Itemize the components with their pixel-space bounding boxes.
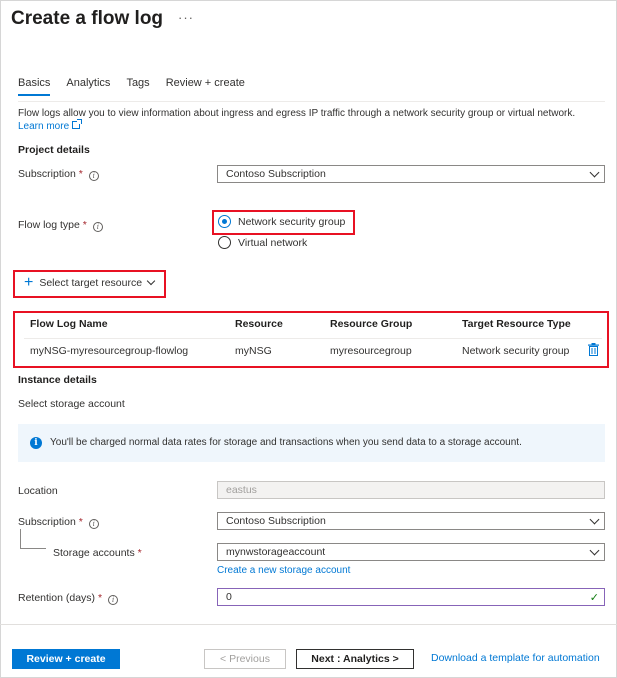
retention-input[interactable]: 0 ✓ [217,588,605,606]
flow-log-type-label: Flow log type * i [18,219,103,232]
info-icon[interactable]: i [88,519,99,529]
location-label: Location [18,485,58,497]
tree-connector [20,548,46,549]
info-icon[interactable]: i [108,595,119,605]
radio-network-security-group[interactable]: Network security group [218,215,345,228]
review-create-button[interactable]: Review + create [12,649,120,669]
tree-connector [20,529,21,548]
chevron-down-icon [589,514,600,525]
tabs-divider [18,101,605,102]
external-link-icon [72,119,83,129]
info-icon: i [30,437,42,449]
footer-divider [0,624,617,625]
grid-divider [24,338,602,339]
learn-more-label: Learn more [18,121,70,132]
plus-icon: + [24,274,34,291]
download-template-link[interactable]: Download a template for automation [431,652,600,664]
location-field: eastus [217,481,605,499]
chevron-down-icon [589,167,600,178]
instance-subscription-label: Subscription * i [18,516,99,529]
trash-icon[interactable] [588,343,599,359]
check-icon: ✓ [589,592,599,604]
page-title: Create a flow log [11,8,164,29]
more-options-button[interactable]: ··· [178,10,194,25]
instance-details-heading: Instance details [18,374,97,386]
storage-accounts-label: Storage accounts * [53,547,142,559]
radio-selected-icon [218,215,231,228]
create-storage-account-link[interactable]: Create a new storage account [217,565,350,576]
radio-unselected-icon [218,236,231,249]
retention-label: Retention (days) * i [18,592,119,605]
column-header: Flow Log Name [30,318,108,330]
project-details-heading: Project details [18,144,90,156]
info-banner-text: You'll be charged normal data rates for … [50,437,522,448]
info-banner: i You'll be charged normal data rates fo… [18,424,605,462]
subscription-dropdown[interactable]: Contoso Subscription [217,165,605,183]
intro-description: Flow logs allow you to view information … [18,108,576,119]
chevron-down-icon [589,545,600,556]
tab-review-create[interactable]: Review + create [166,77,245,96]
column-header: Resource Group [330,318,413,330]
storage-account-dropdown[interactable]: mynwstorageaccount [217,543,605,561]
tab-basics[interactable]: Basics [18,77,51,96]
learn-more-link[interactable]: Learn more [18,119,83,132]
tab-analytics[interactable]: Analytics [66,77,110,96]
storage-subheading: Select storage account [18,398,125,410]
table-cell: myNSG-myresourcegroup-flowlog [30,345,189,357]
info-icon[interactable]: i [92,222,103,232]
instance-subscription-dropdown[interactable]: Contoso Subscription [217,512,605,530]
next-analytics-button[interactable]: Next : Analytics > [296,649,414,669]
info-icon[interactable]: i [88,171,99,181]
previous-button[interactable]: < Previous [204,649,286,669]
column-header: Resource [235,318,283,330]
tab-tags[interactable]: Tags [126,77,149,96]
table-cell: myresourcegroup [330,345,412,357]
table-cell: myNSG [235,345,272,357]
column-header: Target Resource Type [462,318,571,330]
subscription-label: Subscription * i [18,168,99,181]
chevron-down-icon [146,276,156,286]
select-target-resource-button[interactable]: + Select target resource [24,274,156,291]
tab-bar: Basics Analytics Tags Review + create [18,77,261,96]
radio-virtual-network[interactable]: Virtual network [218,236,307,249]
table-cell: Network security group [462,345,570,357]
